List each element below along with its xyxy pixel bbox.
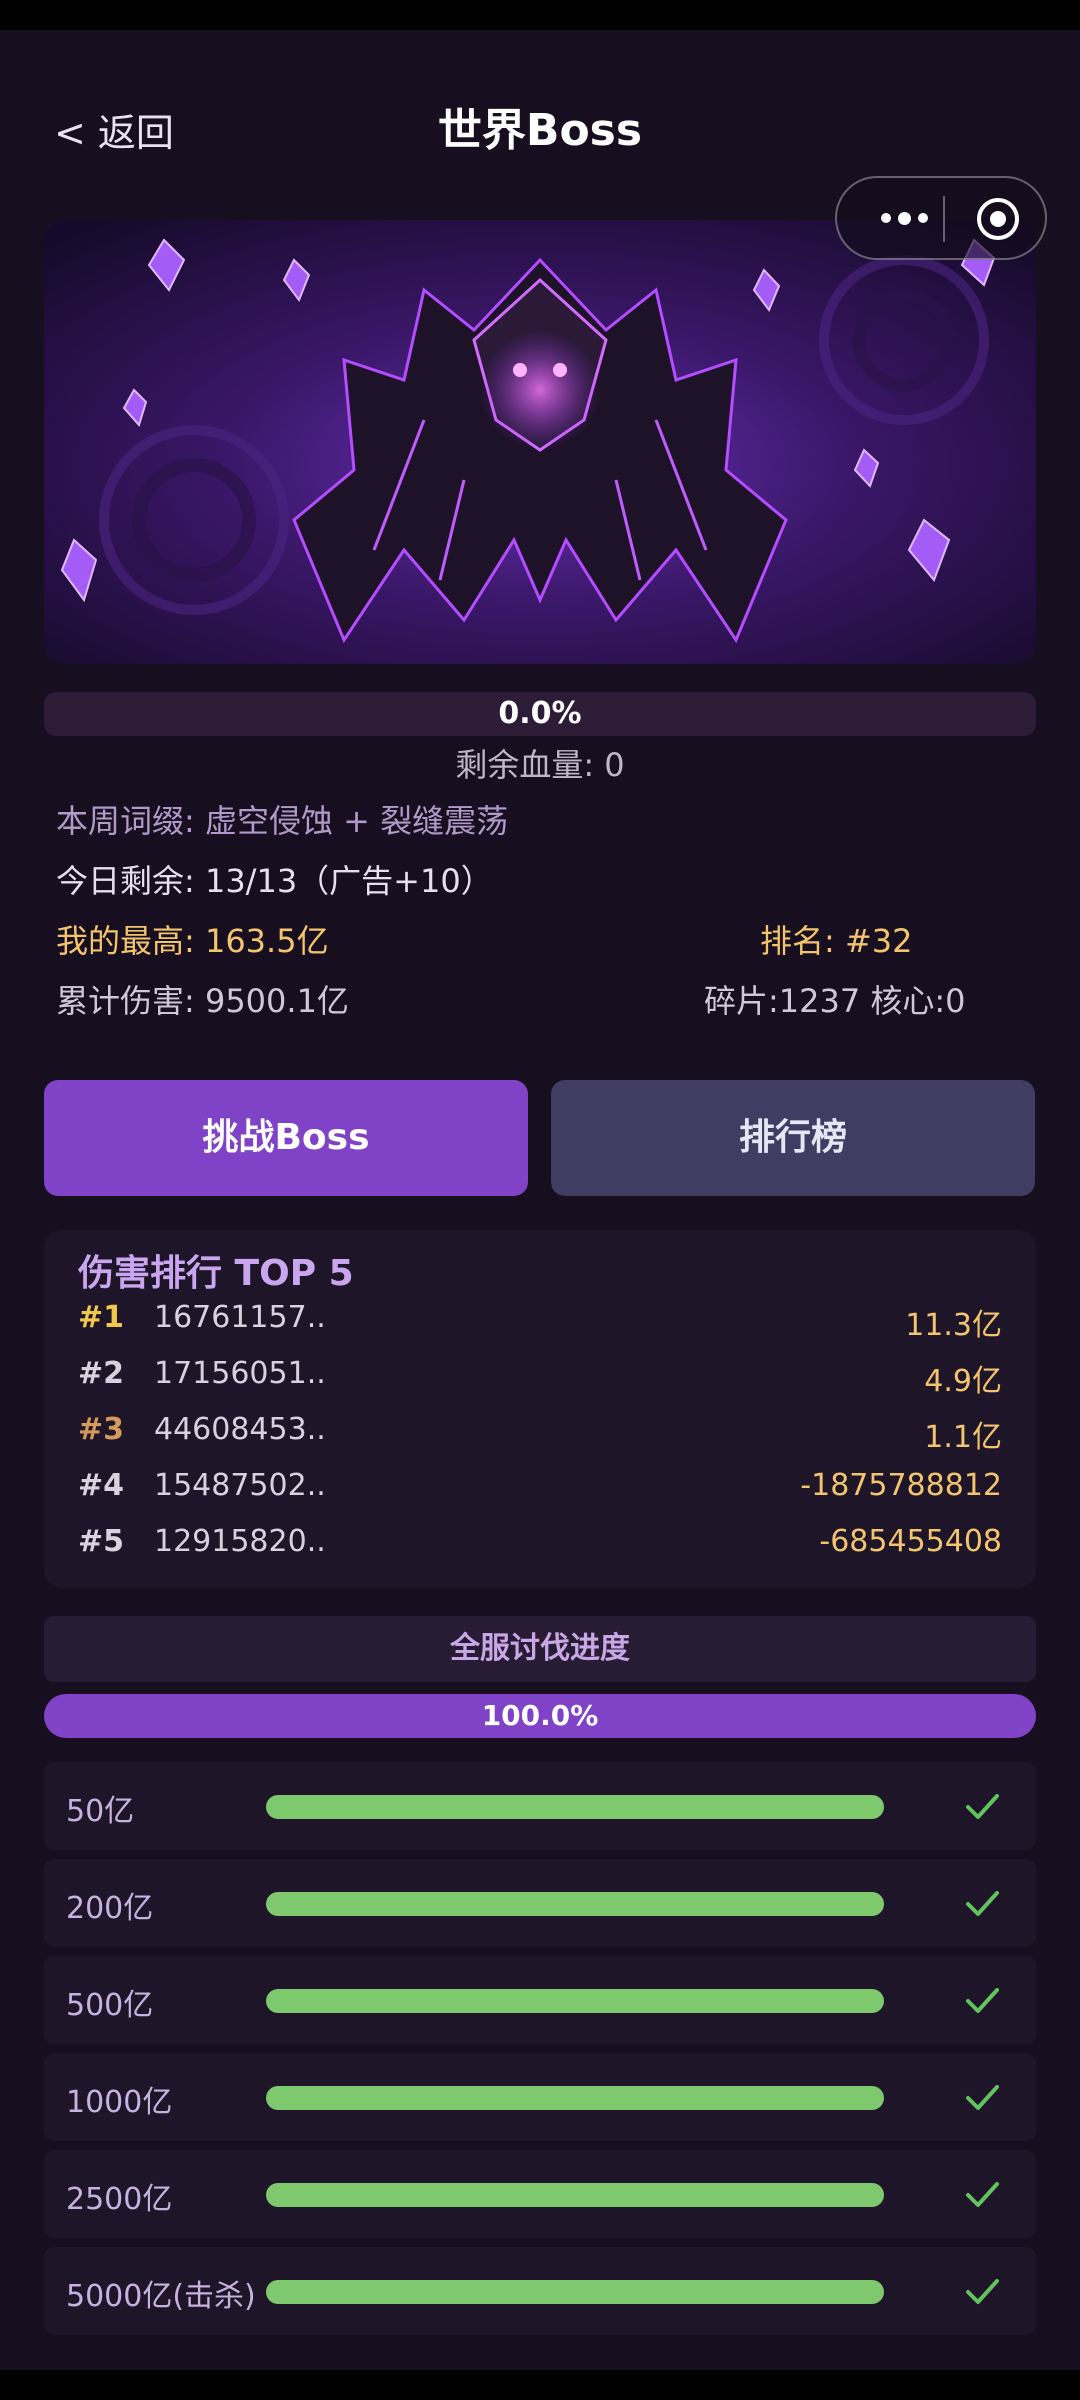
- rank-number: #2: [78, 1356, 125, 1391]
- shards-and-cores: 碎片:1237 核心:0: [704, 982, 966, 1020]
- player-damage: -685455408: [819, 1524, 1002, 1559]
- milestone-row: 2500亿: [44, 2150, 1036, 2238]
- check-icon: [966, 1794, 999, 1819]
- page-title: 世界Boss: [437, 105, 643, 156]
- player-id: 17156051..: [154, 1356, 326, 1391]
- server-progress-bar: 100.0%: [44, 1694, 1036, 1738]
- rank-number: #3: [78, 1412, 125, 1447]
- my-rank: 排名: #32: [760, 922, 913, 960]
- player-id: 12915820..: [154, 1524, 326, 1559]
- challenge-boss-button[interactable]: 挑战Boss: [44, 1080, 528, 1196]
- my-best-damage: 我的最高: 163.5亿: [56, 922, 329, 960]
- boss-hp-percent: 0.0%: [498, 696, 582, 731]
- check-icon: [966, 1891, 999, 1916]
- milestone-row: 5000亿(击杀): [44, 2247, 1036, 2335]
- milestone-label: 5000亿(击杀): [66, 2279, 256, 2314]
- screen: < 返回 世界Boss 0.0% 剩余血量: 0 本周词缀: 虚空侵蚀 + 裂缝…: [0, 30, 1080, 2370]
- rank-number: #1: [78, 1300, 125, 1335]
- milestone-label: 2500亿: [66, 2182, 173, 2217]
- check-icon: [966, 2279, 999, 2304]
- player-damage: -1875788812: [800, 1468, 1002, 1503]
- check-icon: [966, 2085, 999, 2110]
- milestone-label: 200亿: [66, 1891, 154, 1926]
- boss-banner-image: [44, 220, 1036, 664]
- milestone-progress-bar: [266, 1795, 884, 1819]
- capsule-divider: [943, 196, 945, 242]
- milestone-row: 200亿: [44, 1859, 1036, 1947]
- milestone-progress-bar: [266, 1989, 884, 2013]
- milestone-label: 500亿: [66, 1988, 154, 2023]
- player-id: 15487502..: [154, 1468, 326, 1503]
- milestone-progress-bar: [266, 1892, 884, 1916]
- more-dots-icon[interactable]: [859, 178, 949, 258]
- player-damage: 4.9亿: [924, 1364, 1002, 1399]
- boss-hp-bar: 0.0%: [44, 692, 1036, 736]
- top5-title: 伤害排行 TOP 5: [78, 1253, 354, 1294]
- milestone-progress-bar: [266, 2280, 884, 2304]
- rank-number: #5: [78, 1524, 125, 1559]
- milestone-row: 500亿: [44, 1956, 1036, 2044]
- server-progress-title: 全服讨伐进度: [44, 1616, 1036, 1682]
- top5-row: #1 16761157.. 11.3亿: [44, 1290, 1036, 1344]
- top5-row: #5 12915820.. -685455408: [44, 1514, 1036, 1568]
- milestone-progress-bar: [266, 2183, 884, 2207]
- miniprogram-capsule: [835, 176, 1047, 260]
- target-circle-icon[interactable]: [975, 196, 1021, 242]
- milestone-label: 50亿: [66, 1794, 135, 1829]
- top5-row: #4 15487502.. -1875788812: [44, 1458, 1036, 1512]
- player-damage: 1.1亿: [924, 1420, 1002, 1455]
- milestone-row: 50亿: [44, 1762, 1036, 1850]
- milestone-progress-bar: [266, 2086, 884, 2110]
- rank-number: #4: [78, 1468, 125, 1503]
- milestone-label: 1000亿: [66, 2085, 173, 2120]
- boss-artwork: [44, 220, 1036, 664]
- top5-row: #3 44608453.. 1.1亿: [44, 1402, 1036, 1456]
- check-icon: [966, 2182, 999, 2207]
- leaderboard-button[interactable]: 排行榜: [551, 1080, 1035, 1196]
- damage-top5-panel: 伤害排行 TOP 5 #1 16761157.. 11.3亿 #2 171560…: [44, 1230, 1036, 1588]
- total-damage: 累计伤害: 9500.1亿: [56, 982, 349, 1020]
- player-id: 16761157..: [154, 1300, 326, 1335]
- weekly-affix: 本周词缀: 虚空侵蚀 + 裂缝震荡: [56, 802, 509, 840]
- player-id: 44608453..: [154, 1412, 326, 1447]
- boss-hp-remaining: 剩余血量: 0: [455, 746, 625, 784]
- player-damage: 11.3亿: [905, 1308, 1002, 1343]
- today-remaining: 今日剩余: 13/13（广告+10）: [56, 862, 493, 900]
- top5-row: #2 17156051.. 4.9亿: [44, 1346, 1036, 1400]
- check-icon: [966, 1988, 999, 2013]
- milestone-row: 1000亿: [44, 2053, 1036, 2141]
